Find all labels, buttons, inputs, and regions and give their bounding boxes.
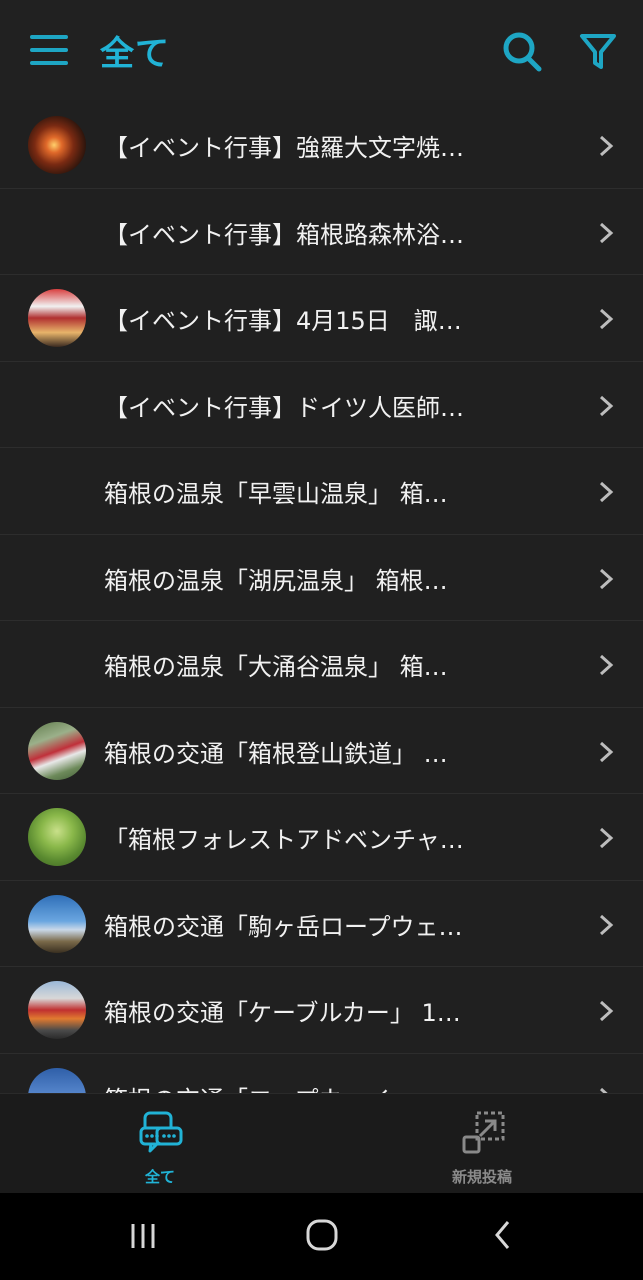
list-item[interactable]: 【イベント行事】強羅大文字焼… [0, 102, 643, 189]
post-thumbnail [28, 981, 86, 1039]
list-item[interactable]: 箱根の交通「駒ヶ岳ロープウェ… [0, 880, 643, 967]
hamburger-icon[interactable] [30, 33, 70, 67]
list-item[interactable]: 箱根の交通「ケーブルカー」 1… [0, 967, 643, 1054]
filter-icon[interactable] [578, 30, 618, 74]
chevron-right-icon [599, 395, 614, 416]
list-item[interactable]: 箱根の温泉「湖尻温泉」 箱根… [0, 534, 643, 621]
chevron-right-icon [599, 135, 614, 157]
list-item[interactable]: 【イベント行事】4月15日 諏… [0, 275, 643, 362]
post-list: 【イベント行事】強羅大文字焼… 【イベント行事】箱根路森林浴… 【イベント行事】… [0, 102, 643, 1093]
new-post-icon [462, 1111, 505, 1154]
tab-new-post-label: 新規投稿 [451, 1168, 512, 1186]
system-nav-bar [0, 1193, 643, 1280]
chevron-right-icon [599, 827, 614, 849]
list-item-title: 箱根の温泉「早雲山温泉」 箱… [104, 480, 448, 508]
list-item[interactable]: 【イベント行事】箱根路森林浴… [0, 188, 643, 275]
list-item[interactable]: 箱根の交通「ロープウェイ」 [0, 1053, 643, 1094]
recent-apps-icon[interactable] [128, 1221, 158, 1251]
back-icon[interactable] [492, 1219, 514, 1251]
chevron-right-icon [599, 1000, 614, 1022]
post-thumbnail [28, 289, 86, 347]
tab-new-post[interactable]: 新規投稿 [382, 1104, 582, 1186]
app-bar: 全て [0, 0, 643, 100]
chevron-right-icon [599, 654, 614, 676]
list-item-title: 箱根の交通「駒ヶ岳ロープウェ… [104, 912, 463, 941]
chevron-right-icon [599, 222, 614, 243]
chevron-right-icon [599, 914, 614, 935]
list-item-title: 【イベント行事】箱根路森林浴… [104, 220, 464, 249]
list-item-title: 【イベント行事】ドイツ人医師… [104, 393, 464, 422]
list-item-title: 箱根の交通「ロープウェイ」 [104, 1080, 514, 1094]
list-item[interactable]: 【イベント行事】ドイツ人医師… [0, 361, 643, 448]
list-item-title: 【イベント行事】強羅大文字焼… [104, 134, 464, 162]
list-item-title: 箱根の温泉「大涌谷温泉」 箱… [104, 653, 448, 681]
tab-all[interactable]: 全て [60, 1104, 260, 1186]
list-item-title: 【イベント行事】4月15日 諏… [104, 307, 462, 335]
chevron-right-icon [599, 481, 614, 503]
post-thumbnail [28, 894, 86, 953]
list-item-title: 箱根の交通「ケーブルカー」 1… [104, 999, 461, 1027]
page-title: 全て [100, 34, 170, 74]
list-item-title: 箱根の交通「箱根登山鉄道」 … [104, 739, 448, 768]
chevron-right-icon [599, 741, 614, 762]
home-icon[interactable] [305, 1218, 339, 1252]
list-item[interactable]: 箱根の交通「箱根登山鉄道」 … [0, 707, 643, 794]
post-thumbnail [28, 1067, 86, 1093]
post-thumbnail [28, 116, 86, 174]
post-thumbnail [28, 808, 86, 866]
list-item[interactable]: 箱根の温泉「早雲山温泉」 箱… [0, 448, 643, 535]
list-item[interactable]: 「箱根フォレストアドベンチャ… [0, 794, 643, 881]
tab-all-label: 全て [144, 1168, 175, 1186]
search-icon[interactable] [500, 30, 544, 74]
post-thumbnail [28, 721, 86, 780]
chevron-right-icon [599, 568, 614, 589]
list-item[interactable]: 箱根の温泉「大涌谷温泉」 箱… [0, 621, 643, 708]
chevron-right-icon [599, 308, 614, 330]
chat-bubbles-icon [139, 1111, 183, 1153]
list-item-title: 「箱根フォレストアドベンチャ… [104, 826, 464, 854]
bottom-nav: 全て 新規投稿 [0, 1093, 643, 1194]
list-item-title: 箱根の温泉「湖尻温泉」 箱根… [104, 566, 448, 595]
